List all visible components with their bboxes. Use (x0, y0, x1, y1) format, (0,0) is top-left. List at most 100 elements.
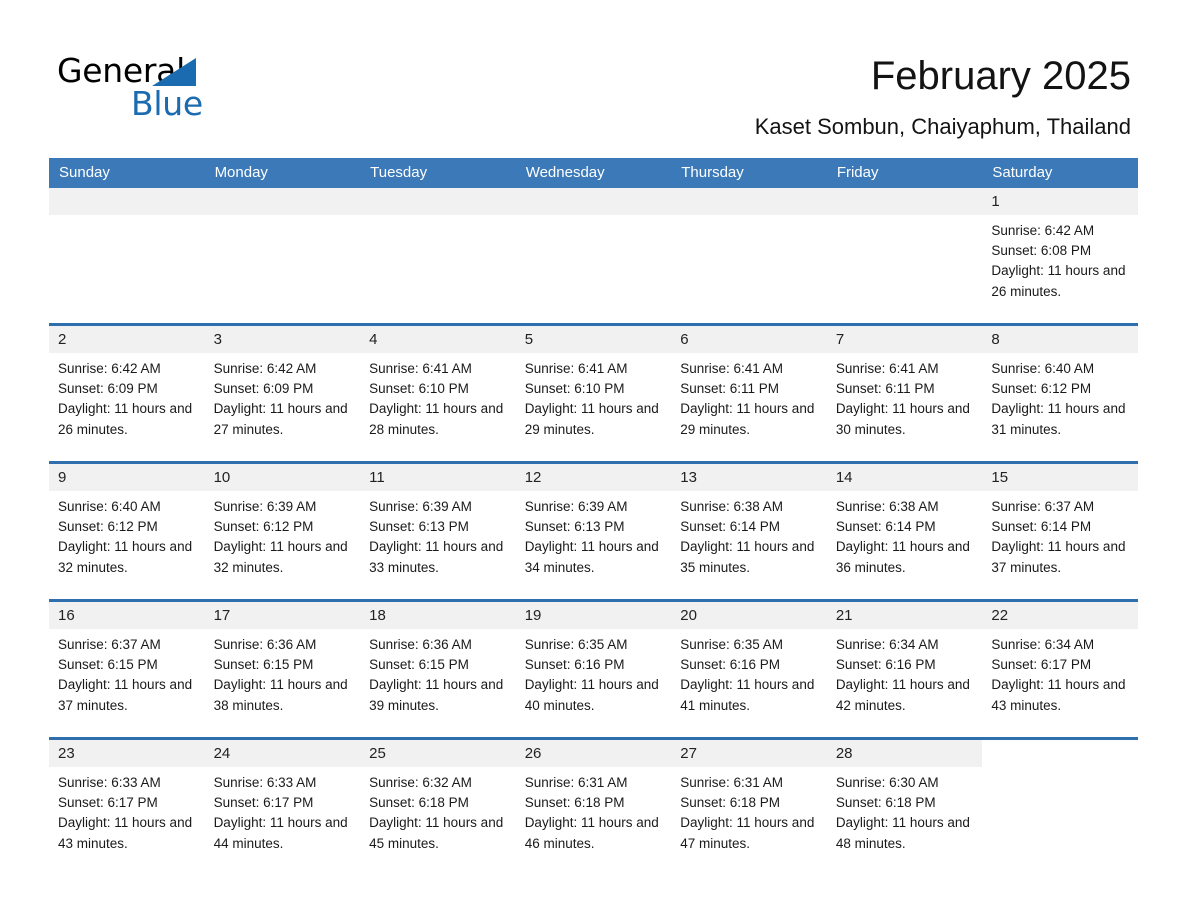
calendar-day-cell[interactable]: 21 Sunrise: 6:34 AM Sunset: 6:16 PM Dayligh… (826, 599, 983, 739)
daylight-text: Daylight: 11 hours and 33 minutes. (369, 539, 504, 575)
day-sun-info: Sunrise: 6:41 AM Sunset: 6:10 PM Daylight:… (516, 353, 672, 440)
calendar-day-cell-empty (204, 188, 361, 325)
sunrise-text: Sunrise: 6:30 AM (835, 775, 939, 790)
calendar-day-cell[interactable]: 11 Sunrise: 6:39 AM Sunset: 6:13 PM Dayligh… (360, 461, 516, 601)
sunset-text: Sunset: 6:18 PM (680, 795, 781, 811)
day-number: 24 (204, 740, 361, 767)
sunset-text: Sunset: 6:13 PM (524, 519, 625, 535)
sunset-text: Sunset: 6:17 PM (991, 657, 1092, 673)
sunrise-text: Sunrise: 6:41 AM (680, 361, 784, 376)
sunrise-text: Sunrise: 6:33 AM (58, 775, 161, 790)
day-number: 26 (515, 740, 672, 767)
logo-text-blue: Blue (131, 84, 203, 123)
day-sun-info: Sunrise: 6:33 AM Sunset: 6:17 PM Daylight:… (49, 767, 205, 854)
day-number (515, 188, 672, 215)
daylight-text: Daylight: 11 hours and 29 minutes. (524, 401, 659, 437)
weekday-header-saturday: Saturday (982, 158, 1138, 188)
daylight-text: Daylight: 11 hours and 26 minutes. (58, 401, 193, 437)
calendar-day-cell[interactable]: 5 Sunrise: 6:41 AM Sunset: 6:10 PM Daylight… (515, 323, 672, 463)
calendar-day-cell[interactable]: 25 Sunrise: 6:32 AM Sunset: 6:18 PM Dayligh… (360, 737, 516, 875)
calendar-day-cell[interactable]: 3 Sunrise: 6:42 AM Sunset: 6:09 PM Daylight… (204, 323, 361, 463)
calendar-day-cell[interactable]: 24 Sunrise: 6:33 AM Sunset: 6:17 PM Dayligh… (204, 737, 361, 875)
daylight-text: Daylight: 11 hours and 38 minutes. (213, 677, 348, 713)
calendar-day-cell[interactable]: 7 Sunrise: 6:41 AM Sunset: 6:11 PM Daylight… (826, 323, 983, 463)
calendar-day-cell[interactable]: 4 Sunrise: 6:41 AM Sunset: 6:10 PM Daylight… (360, 323, 516, 463)
sunset-text: Sunset: 6:16 PM (680, 657, 781, 673)
sunrise-text: Sunrise: 6:32 AM (369, 775, 472, 790)
sunset-text: Sunset: 6:12 PM (213, 519, 314, 535)
calendar-day-cell[interactable]: 12 Sunrise: 6:39 AM Sunset: 6:13 PM Dayligh… (515, 461, 672, 601)
calendar-day-cell[interactable]: 20 Sunrise: 6:35 AM Sunset: 6:16 PM Dayligh… (671, 599, 827, 739)
day-number: 11 (360, 464, 516, 491)
general-blue-logo[interactable]: General Blue (57, 52, 337, 128)
day-sun-info: Sunrise: 6:42 AM Sunset: 6:08 PM Daylight:… (982, 215, 1138, 302)
weekday-header-monday: Monday (204, 158, 361, 188)
calendar-day-cell[interactable]: 10 Sunrise: 6:39 AM Sunset: 6:12 PM Dayligh… (204, 461, 361, 601)
daylight-text: Daylight: 11 hours and 37 minutes. (991, 539, 1126, 575)
daylight-text: Daylight: 11 hours and 26 minutes. (991, 263, 1126, 299)
daylight-text: Daylight: 11 hours and 43 minutes. (991, 677, 1126, 713)
calendar-day-cell-empty (826, 188, 983, 325)
day-number: 14 (826, 464, 983, 491)
sunset-text: Sunset: 6:11 PM (680, 381, 780, 397)
calendar-day-cell[interactable]: 19 Sunrise: 6:35 AM Sunset: 6:16 PM Dayligh… (515, 599, 672, 739)
weekday-header-sunday: Sunday (49, 158, 205, 188)
calendar-day-cell[interactable]: 28 Sunrise: 6:30 AM Sunset: 6:18 PM Dayligh… (826, 737, 983, 875)
day-sun-info: Sunrise: 6:39 AM Sunset: 6:13 PM Daylight:… (360, 491, 516, 578)
day-sun-info: Sunrise: 6:39 AM Sunset: 6:13 PM Daylight:… (516, 491, 672, 578)
daylight-text: Daylight: 11 hours and 27 minutes. (213, 401, 348, 437)
calendar-day-cell[interactable]: 13 Sunrise: 6:38 AM Sunset: 6:14 PM Dayligh… (671, 461, 827, 601)
sunset-text: Sunset: 6:15 PM (213, 657, 314, 673)
day-number: 13 (671, 464, 827, 491)
sunrise-text: Sunrise: 6:40 AM (58, 499, 161, 514)
day-number (826, 188, 983, 215)
daylight-text: Daylight: 11 hours and 44 minutes. (213, 815, 348, 851)
day-sun-info: Sunrise: 6:34 AM Sunset: 6:16 PM Daylight:… (827, 629, 983, 716)
day-number: 6 (671, 326, 827, 353)
calendar-day-cell-empty (360, 188, 516, 325)
calendar-grid: Sunday Monday Tuesday Wednesday Thursday… (49, 158, 1138, 875)
calendar-day-cell[interactable]: 26 Sunrise: 6:31 AM Sunset: 6:18 PM Dayligh… (515, 737, 672, 875)
day-number (204, 188, 361, 215)
daylight-text: Daylight: 11 hours and 37 minutes. (58, 677, 193, 713)
sunrise-text: Sunrise: 6:33 AM (213, 775, 317, 790)
day-sun-info: Sunrise: 6:37 AM Sunset: 6:15 PM Daylight:… (49, 629, 205, 716)
calendar-day-cell[interactable]: 17 Sunrise: 6:36 AM Sunset: 6:15 PM Dayligh… (204, 599, 361, 739)
calendar-day-cell[interactable]: 2 Sunrise: 6:42 AM Sunset: 6:09 PM Daylight… (49, 323, 205, 463)
calendar-day-cell[interactable]: 18 Sunrise: 6:36 AM Sunset: 6:15 PM Dayligh… (360, 599, 516, 739)
calendar-day-cell[interactable]: 9 Sunrise: 6:40 AM Sunset: 6:12 PM Daylight… (49, 461, 205, 601)
calendar-day-cell[interactable]: 14 Sunrise: 6:38 AM Sunset: 6:14 PM Dayligh… (826, 461, 983, 601)
sunset-text: Sunset: 6:16 PM (524, 657, 625, 673)
calendar-day-cell[interactable]: 8 Sunrise: 6:40 AM Sunset: 6:12 PM Daylight… (982, 323, 1138, 463)
day-sun-info: Sunrise: 6:35 AM Sunset: 6:16 PM Daylight:… (516, 629, 672, 716)
sunrise-text: Sunrise: 6:37 AM (58, 637, 161, 652)
day-number: 25 (360, 740, 516, 767)
sunrise-text: Sunrise: 6:42 AM (991, 223, 1095, 238)
sunset-text: Sunset: 6:14 PM (835, 519, 936, 535)
sunset-text: Sunset: 6:10 PM (524, 381, 625, 397)
calendar-week-row: 16 Sunrise: 6:37 AM Sunset: 6:15 PM Dayligh… (49, 599, 1138, 739)
calendar-day-cell[interactable]: 22 Sunrise: 6:34 AM Sunset: 6:17 PM Dayligh… (982, 599, 1138, 739)
calendar-day-cell[interactable]: 1 Sunrise: 6:42 AM Sunset: 6:08 PM Daylight… (982, 188, 1138, 325)
sunset-text: Sunset: 6:12 PM (58, 519, 158, 535)
page-header: General Blue February 2025 Kaset Sombun,… (0, 0, 1188, 152)
sunrise-text: Sunrise: 6:39 AM (524, 499, 628, 514)
day-number: 4 (360, 326, 516, 353)
day-number: 15 (982, 464, 1138, 491)
sunrise-text: Sunrise: 6:35 AM (680, 637, 784, 652)
calendar-day-cell[interactable]: 15 Sunrise: 6:37 AM Sunset: 6:14 PM Dayligh… (982, 461, 1138, 601)
calendar-day-cell[interactable]: 27 Sunrise: 6:31 AM Sunset: 6:18 PM Dayligh… (671, 737, 827, 875)
calendar-day-cell[interactable]: 6 Sunrise: 6:41 AM Sunset: 6:11 PM Daylight… (671, 323, 827, 463)
calendar-day-cell[interactable]: 23 Sunrise: 6:33 AM Sunset: 6:17 PM Dayligh… (49, 737, 205, 875)
daylight-text: Daylight: 11 hours and 46 minutes. (524, 815, 659, 851)
sunset-text: Sunset: 6:18 PM (524, 795, 625, 811)
sunrise-text: Sunrise: 6:34 AM (991, 637, 1095, 652)
daylight-text: Daylight: 11 hours and 43 minutes. (58, 815, 193, 851)
day-number: 3 (204, 326, 361, 353)
day-sun-info: Sunrise: 6:33 AM Sunset: 6:17 PM Daylight:… (205, 767, 361, 854)
sunset-text: Sunset: 6:18 PM (369, 795, 469, 811)
sunrise-text: Sunrise: 6:34 AM (835, 637, 939, 652)
sunset-text: Sunset: 6:12 PM (991, 381, 1092, 397)
sunrise-text: Sunrise: 6:39 AM (213, 499, 317, 514)
calendar-day-cell[interactable]: 16 Sunrise: 6:37 AM Sunset: 6:15 PM Dayligh… (49, 599, 205, 739)
